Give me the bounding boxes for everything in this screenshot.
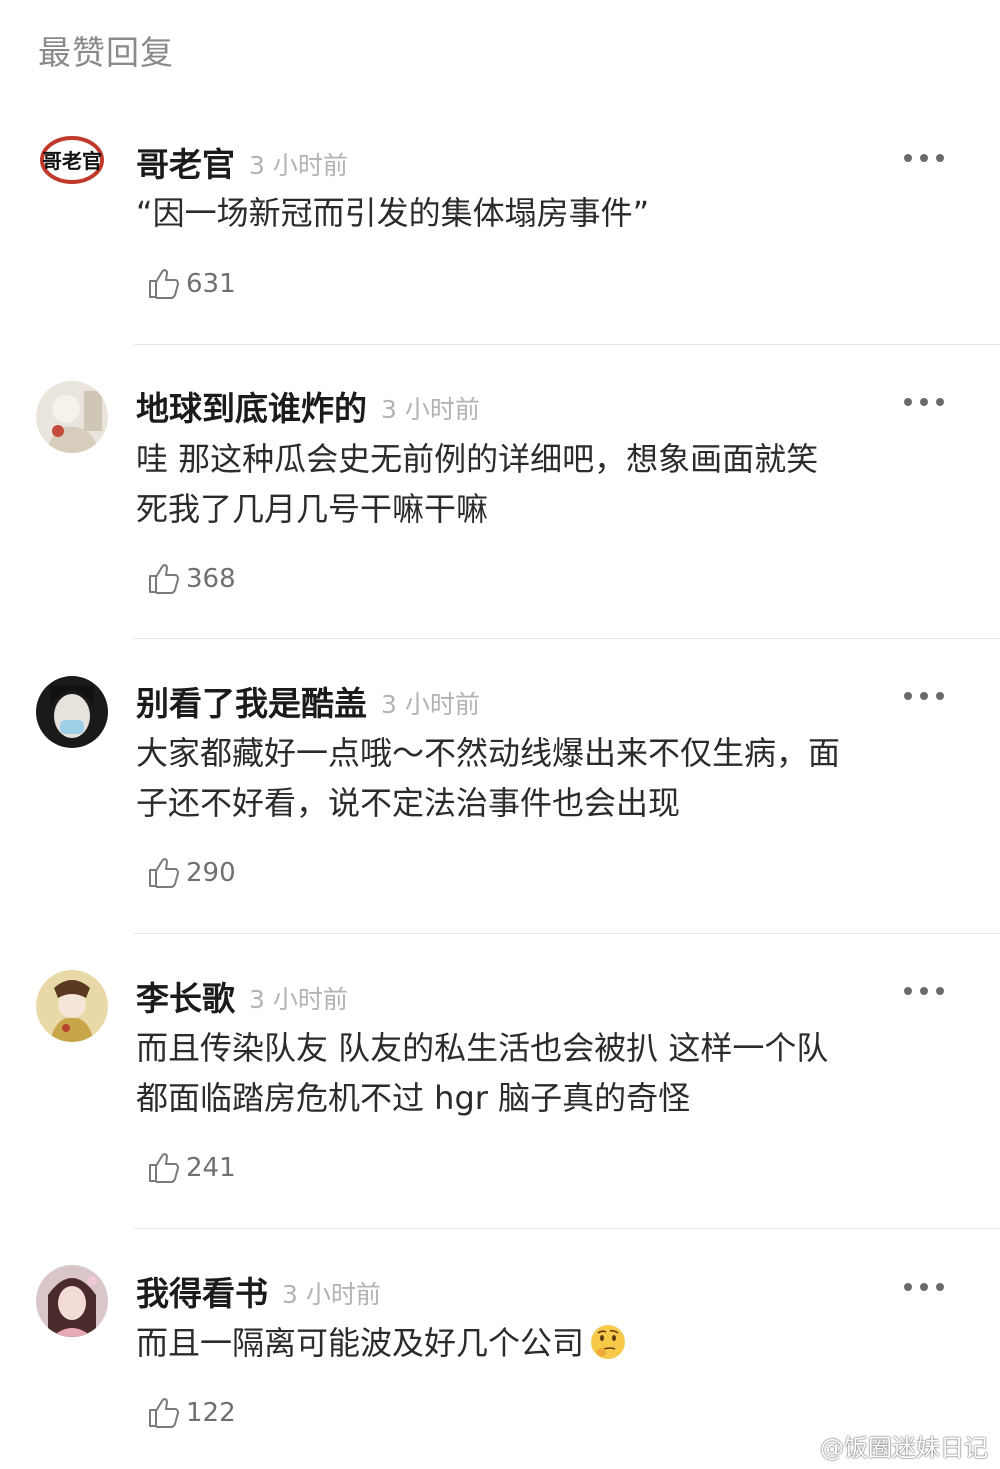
comment-line: 子还不好看，说不定法治事件也会出现 (136, 784, 681, 822)
username-text[interactable]: 哥老官 (136, 145, 235, 184)
username[interactable]: 我得看书 3 小时前 (136, 1267, 381, 1315)
comment-content: 而且一隔离可能波及好几个公司 (136, 1318, 946, 1368)
comment-line: 而且传染队友 队友的私生活也会被扒 这样一个队 (136, 1029, 829, 1067)
username-text[interactable]: 我得看书 (136, 1274, 268, 1313)
username[interactable]: 地球到底谁炸的 3 小时前 (136, 382, 480, 430)
avatar[interactable] (36, 970, 108, 1042)
timestamp: 3 小时前 (249, 985, 348, 1014)
like-button[interactable]: 290 (144, 853, 236, 893)
like-count: 368 (186, 564, 236, 594)
thumbs-up-icon (149, 1398, 179, 1428)
comment-content: 哇 那这种瓜会史无前例的详细吧，想象画面就笑 死我了几月几号干嘛干嘛 (136, 434, 946, 534)
section-title: 最赞回复 (38, 33, 174, 72)
timestamp: 3 小时前 (249, 151, 348, 180)
like-button[interactable]: 368 (144, 559, 236, 599)
weibo-logo-icon (777, 1434, 814, 1461)
comment-line: 死我了几月几号干嘛干嘛 (136, 490, 489, 528)
thinking-face-emoji-icon (591, 1325, 626, 1359)
more-options-icon[interactable] (904, 396, 944, 408)
username-text[interactable]: 李长歌 (136, 979, 235, 1018)
more-options-icon[interactable] (904, 985, 944, 997)
thumbs-up-icon (149, 1153, 179, 1183)
comment-content: “因一场新冠而引发的集体塌房事件” (136, 188, 946, 238)
comment-content: 而且传染队友 队友的私生活也会被扒 这样一个队 都面临踏房危机不过 hgr 脑子… (136, 1023, 946, 1123)
like-count: 241 (186, 1153, 236, 1183)
timestamp: 3 小时前 (381, 690, 480, 719)
thumbs-up-icon (149, 858, 179, 888)
username-text[interactable]: 地球到底谁炸的 (136, 389, 367, 428)
more-options-icon[interactable] (904, 690, 944, 702)
thumbs-up-icon (149, 269, 179, 299)
divider (134, 1228, 1000, 1229)
comment-line: “因一场新冠而引发的集体塌房事件” (136, 194, 650, 232)
divider (134, 933, 1000, 934)
thumbs-up-icon (149, 564, 179, 594)
like-button[interactable]: 631 (144, 264, 236, 304)
avatar-logo-text: 哥老官 (42, 149, 102, 173)
avatar[interactable] (36, 1265, 108, 1337)
more-options-icon[interactable] (904, 152, 944, 164)
timestamp: 3 小时前 (282, 1280, 381, 1309)
username[interactable]: 哥老官 3 小时前 (136, 138, 348, 186)
more-options-icon[interactable] (904, 1281, 944, 1293)
avatar[interactable]: 哥老官 (36, 124, 108, 196)
comment-line: 哇 那这种瓜会史无前例的详细吧，想象画面就笑 (136, 440, 819, 478)
like-count: 631 (186, 269, 236, 299)
username[interactable]: 李长歌 3 小时前 (136, 972, 348, 1020)
divider (134, 638, 1000, 639)
like-count: 122 (186, 1398, 236, 1428)
like-button[interactable]: 241 (144, 1148, 236, 1188)
like-count: 290 (186, 858, 236, 888)
like-button[interactable]: 122 (144, 1393, 236, 1433)
comment-line: 而且一隔离可能波及好几个公司 (136, 1318, 946, 1368)
username-text[interactable]: 别看了我是酷盖 (136, 684, 367, 723)
timestamp: 3 小时前 (381, 395, 480, 424)
avatar[interactable] (36, 676, 108, 748)
watermark: @饭圈迷妹日记 (776, 1428, 988, 1463)
comment-content: 大家都藏好一点哦～不然动线爆出来不仅生病，面 子还不好看，说不定法治事件也会出现 (136, 728, 946, 828)
comment-line: 都面临踏房危机不过 hgr 脑子真的奇怪 (136, 1079, 691, 1117)
watermark-text: @饭圈迷妹日记 (820, 1434, 988, 1462)
comment-line: 大家都藏好一点哦～不然动线爆出来不仅生病，面 (136, 734, 841, 772)
divider (134, 344, 1000, 345)
avatar[interactable] (36, 381, 108, 453)
username[interactable]: 别看了我是酷盖 3 小时前 (136, 677, 480, 725)
